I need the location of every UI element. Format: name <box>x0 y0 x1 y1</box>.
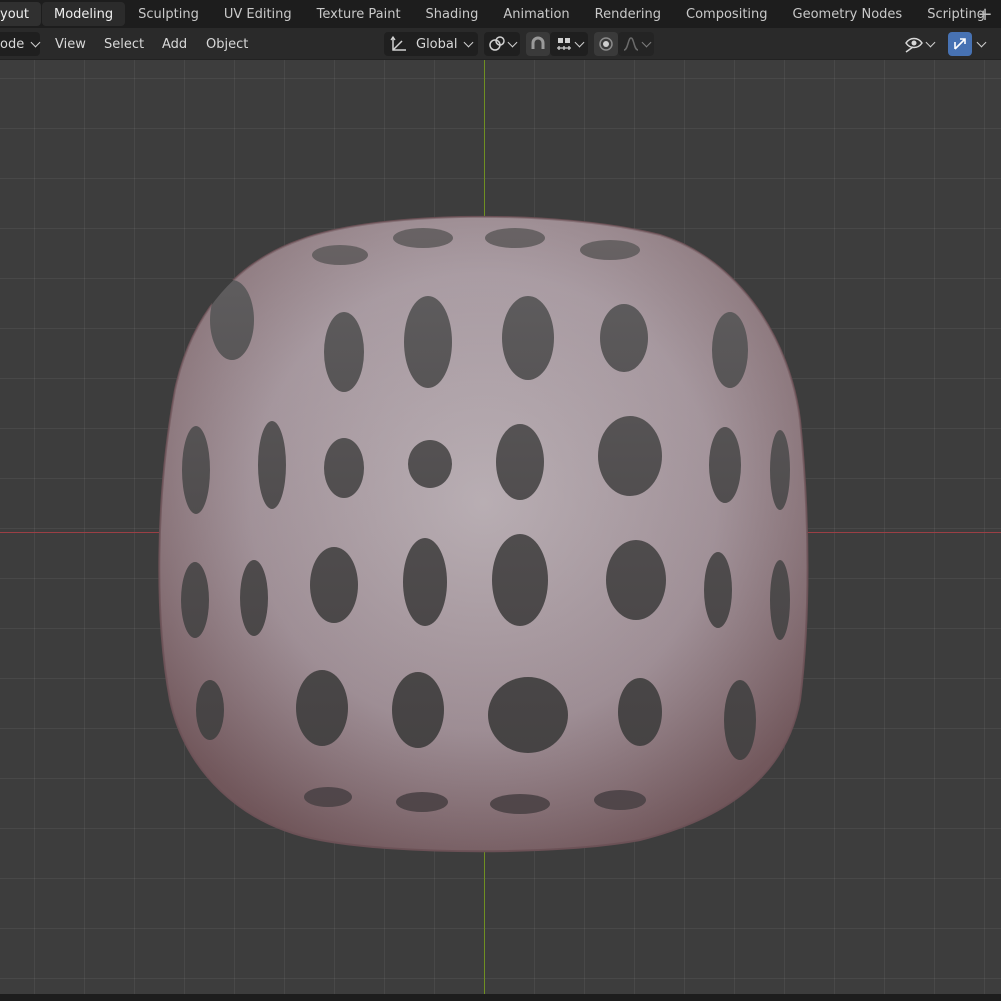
falloff-curve-icon <box>622 35 640 53</box>
lattice-mesh-object[interactable] <box>0 60 1001 994</box>
snap-toggle[interactable] <box>526 32 550 56</box>
chevron-down-icon <box>464 37 474 47</box>
plus-icon[interactable]: + <box>975 3 995 25</box>
menu-add[interactable]: Add <box>156 32 193 56</box>
transform-orientation-label: Global <box>416 36 458 52</box>
chevron-down-icon <box>976 37 987 47</box>
transform-orientation-dropdown[interactable]: Global <box>384 32 478 56</box>
menu-object[interactable]: Object <box>200 32 254 56</box>
tab-uv-editing[interactable]: UV Editing <box>212 2 304 26</box>
pivot-point-dropdown[interactable] <box>484 32 520 56</box>
eye-visibility-icon <box>904 35 924 53</box>
workspace-tabs-bar: yout Modeling Sculpting UV Editing Textu… <box>0 0 1001 28</box>
snap-magnet-icon <box>529 35 547 53</box>
viewport-header: ode View Select Add Object Global <box>0 28 1001 60</box>
3d-viewport[interactable] <box>0 60 1001 994</box>
tab-animation[interactable]: Animation <box>491 2 581 26</box>
falloff-dropdown[interactable] <box>618 32 654 56</box>
chevron-down-icon <box>641 37 652 47</box>
proportional-editing-icon <box>597 35 615 53</box>
tab-sculpting[interactable]: Sculpting <box>126 2 211 26</box>
gizmo-dropdown[interactable] <box>976 32 992 56</box>
snap-target-dropdown[interactable] <box>550 32 588 56</box>
gizmo-icon <box>951 35 969 53</box>
chevron-down-icon <box>30 37 41 47</box>
menu-view[interactable]: View <box>49 32 92 56</box>
tab-layout[interactable]: yout <box>0 2 41 26</box>
tab-modeling[interactable]: Modeling <box>41 2 126 26</box>
pivot-point-icon <box>488 35 506 53</box>
chevron-down-icon <box>574 37 585 47</box>
chevron-down-icon <box>925 37 936 47</box>
status-bar <box>0 994 1001 1001</box>
tab-geometry-nodes[interactable]: Geometry Nodes <box>781 2 915 26</box>
gizmo-toggle[interactable] <box>948 32 972 56</box>
mode-dropdown[interactable]: ode <box>0 32 41 56</box>
snap-increment-icon <box>555 35 573 53</box>
tab-rendering[interactable]: Rendering <box>583 2 673 26</box>
visibility-dropdown[interactable] <box>904 32 942 56</box>
menu-select[interactable]: Select <box>98 32 150 56</box>
tab-texture-paint[interactable]: Texture Paint <box>305 2 413 26</box>
tab-compositing[interactable]: Compositing <box>674 2 780 26</box>
chevron-down-icon <box>507 37 518 47</box>
proportional-editing-toggle[interactable] <box>594 32 618 56</box>
tab-shading[interactable]: Shading <box>414 2 491 26</box>
transform-orientation-icon <box>390 35 408 53</box>
mode-label: ode <box>0 36 25 52</box>
